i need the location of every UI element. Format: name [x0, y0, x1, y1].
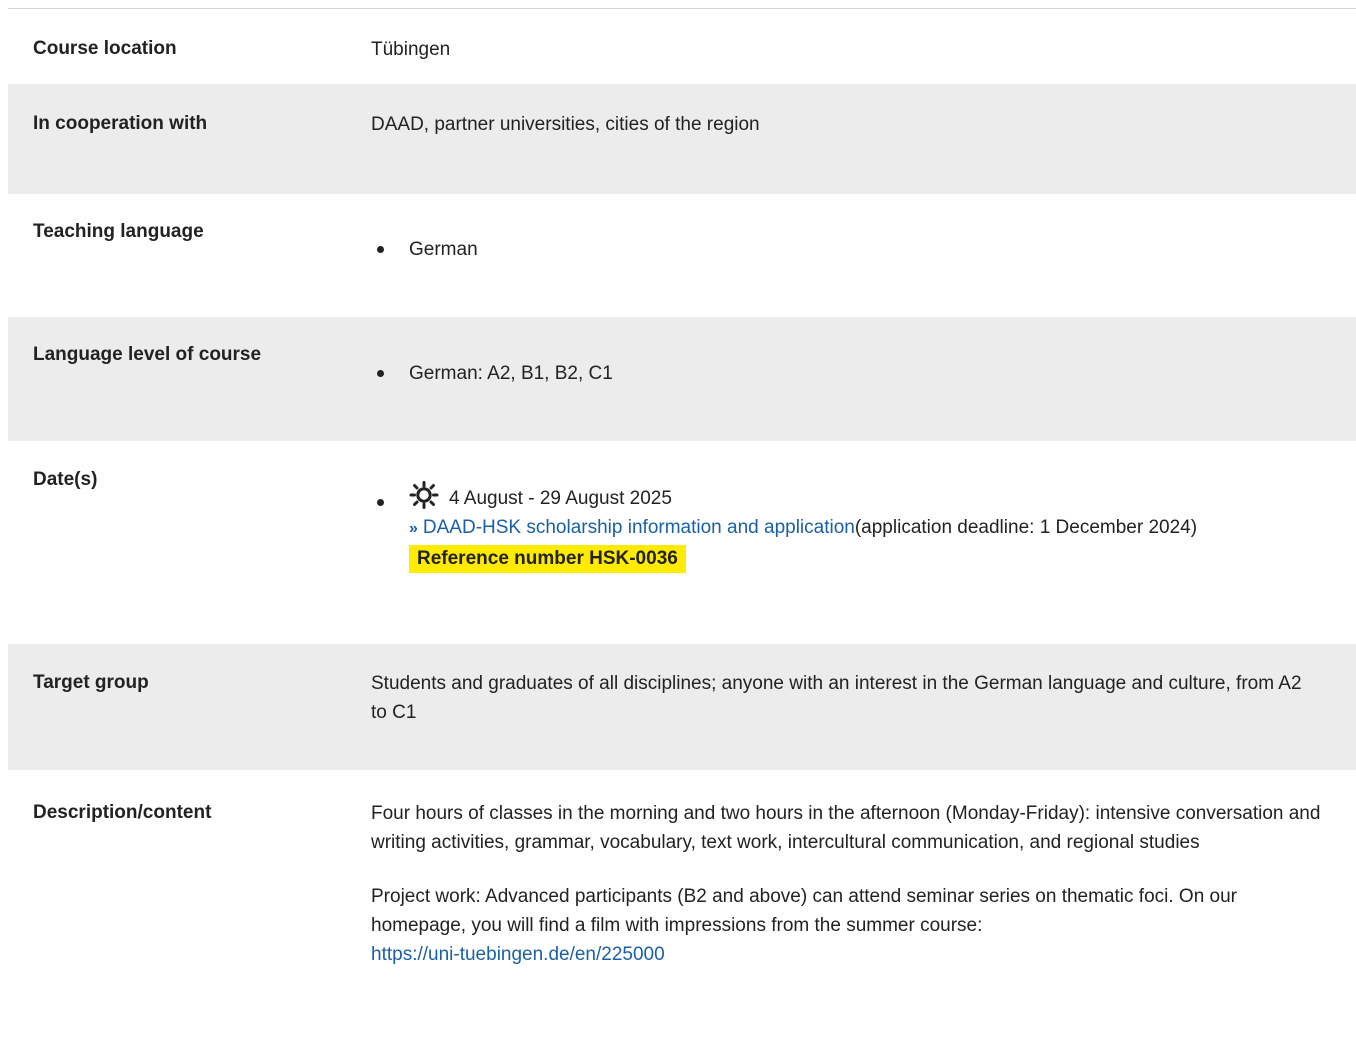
list-item-text: German: A2, B1, B2, C1	[409, 363, 613, 384]
list-item: German	[371, 235, 1336, 264]
row-description: Description/content Four hours of classe…	[8, 770, 1356, 1059]
scholarship-link[interactable]: » DAAD-HSK scholarship information and ap…	[409, 517, 855, 538]
value-cooperation: DAAD, partner universities, cities of th…	[371, 114, 760, 135]
value-description: Four hours of classes in the morning and…	[371, 799, 1336, 969]
list-item: German: A2, B1, B2, C1	[371, 359, 1336, 388]
label-course-location: Course location	[33, 38, 177, 59]
row-teaching-language: Teaching language German	[8, 194, 1356, 317]
homepage-film-link[interactable]: https://uni-tuebingen.de/en/225000	[371, 944, 665, 965]
scholarship-line: » DAAD-HSK scholarship information and ap…	[409, 513, 1336, 543]
label-cooperation: In cooperation with	[33, 113, 208, 134]
value-target-group: Students and graduates of all discipline…	[371, 673, 1302, 723]
list-item: 4 August - 29 August 2025 » DAAD-HSK scho…	[371, 481, 1336, 573]
label-description: Description/content	[33, 802, 212, 823]
application-deadline: (application deadline: 1 December 2024)	[854, 517, 1198, 538]
description-paragraph: Four hours of classes in the morning and…	[371, 803, 1321, 853]
row-cooperation: In cooperation with DAAD, partner univer…	[8, 84, 1356, 194]
label-dates: Date(s)	[33, 469, 98, 490]
label-teaching-language: Teaching language	[33, 221, 204, 242]
date-range: 4 August - 29 August 2025	[449, 488, 672, 509]
reference-number-badge: Reference number HSK-0036	[409, 545, 686, 573]
course-details-page: Course location Tübingen In cooperation …	[0, 0, 1356, 1059]
course-info-table: Course location Tübingen In cooperation …	[8, 9, 1356, 1059]
double-chevron-right-icon: »	[409, 520, 418, 537]
bullet-icon	[377, 370, 384, 377]
label-target-group: Target group	[33, 672, 149, 693]
row-dates: Date(s) 4 August - 29 August 2025 » DAAD…	[8, 441, 1356, 644]
date-line: 4 August - 29 August 2025	[409, 481, 1336, 513]
bullet-icon	[377, 246, 384, 253]
row-target-group: Target group Students and graduates of a…	[8, 644, 1356, 770]
scholarship-link-text: DAAD-HSK scholarship information and app…	[422, 517, 855, 538]
value-course-location: Tübingen	[371, 39, 451, 60]
row-course-location: Course location Tübingen	[8, 9, 1356, 84]
label-language-level: Language level of course	[33, 344, 262, 365]
list-item-text: German	[409, 239, 478, 260]
value-language-level: German: A2, B1, B2, C1	[371, 359, 1336, 388]
value-dates: 4 August - 29 August 2025 » DAAD-HSK scho…	[371, 481, 1336, 573]
project-work-text: Project work: Advanced participants (B2 …	[371, 886, 1238, 936]
value-teaching-language: German	[371, 235, 1336, 264]
bullet-icon	[377, 499, 384, 506]
project-work-paragraph: Project work: Advanced participants (B2 …	[371, 882, 1336, 969]
row-language-level: Language level of course German: A2, B1,…	[8, 317, 1356, 441]
sun-icon	[409, 481, 439, 509]
